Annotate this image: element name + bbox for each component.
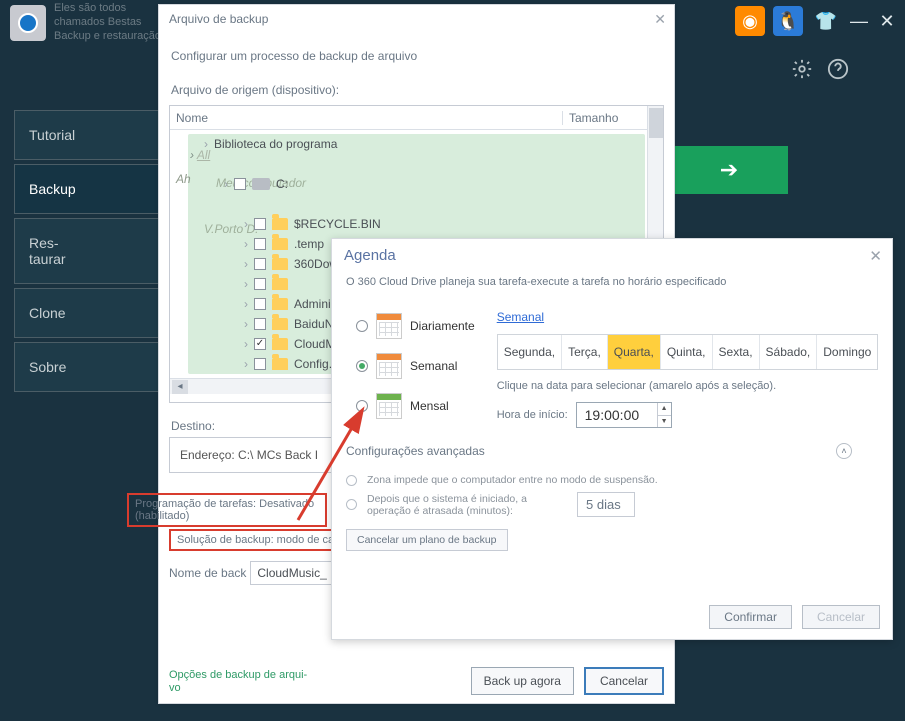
sidebar-item-backup[interactable]: Backup <box>14 164 162 214</box>
sidebar-item-clone[interactable]: Clone <box>14 288 162 338</box>
chevron-up-icon[interactable]: ˄ <box>836 443 852 459</box>
day-tue[interactable]: Terça, <box>562 335 608 369</box>
dialog2-desc: O 360 Cloud Drive planeja sua tarefa-exe… <box>332 272 892 298</box>
time-input[interactable] <box>577 403 657 427</box>
day-sat[interactable]: Sábado, <box>760 335 818 369</box>
cancel-plan-button[interactable]: Cancelar um plano de backup <box>346 529 508 551</box>
arrow-right-icon: ➔ <box>720 157 738 183</box>
delay-input[interactable] <box>577 492 635 517</box>
col-name[interactable]: Nome <box>170 111 563 125</box>
dialog2-title: Agenda <box>344 247 396 264</box>
dialog1-subtitle: Configurar um processo de backup de arqu… <box>171 49 664 63</box>
folder-icon <box>272 218 288 230</box>
qq-icon[interactable]: 🐧 <box>773 6 803 36</box>
time-spinner[interactable]: ▲▼ <box>657 403 671 427</box>
day-hint: Clique na data para selecionar (amarelo … <box>497 380 879 392</box>
close-icon[interactable]: ✕ <box>877 11 897 31</box>
close-icon[interactable]: ✕ <box>869 247 882 265</box>
day-mon[interactable]: Segunda, <box>498 335 562 369</box>
tree-row[interactable]: ›C: <box>170 174 663 194</box>
radio-sleep[interactable] <box>346 475 357 486</box>
sidebar-item-about[interactable]: Sobre <box>14 342 162 392</box>
go-button[interactable]: ➔ <box>670 146 788 194</box>
cancel-button[interactable]: Cancelar <box>584 667 664 695</box>
day-sun[interactable]: Domingo <box>817 335 877 369</box>
day-fri[interactable]: Sexta, <box>713 335 760 369</box>
dialog1-title: Arquivo de backup <box>169 12 268 26</box>
weibo-icon[interactable]: ◉ <box>735 6 765 36</box>
source-label: Arquivo de origem (dispositivo): <box>171 83 664 97</box>
monthly-label: Mensal <box>410 399 449 413</box>
calendar-daily-icon <box>376 313 402 339</box>
cancel-button[interactable]: Cancelar <box>802 605 880 629</box>
sidebar-item-tutorial[interactable]: Tutorial <box>14 110 162 160</box>
calendar-weekly-icon <box>376 353 402 379</box>
app-logo <box>10 5 46 41</box>
sidebar: Tutorial Backup Res- taurar Clone Sobre <box>14 110 162 396</box>
radio-weekly[interactable] <box>356 360 368 372</box>
tree-row[interactable]: ›Biblioteca do programa <box>170 134 663 154</box>
advanced-label: Configurações avançadas <box>346 444 485 458</box>
delay-note: Depois que o sistema é iniciado, a opera… <box>367 493 567 517</box>
radio-delay[interactable] <box>346 499 357 510</box>
app-title: Eles são todos chamados Bestas Backup e … <box>54 2 161 43</box>
day-thu[interactable]: Quinta, <box>661 335 713 369</box>
agenda-dialog: Agenda ✕ O 360 Cloud Drive planeja sua t… <box>331 238 893 640</box>
close-icon[interactable]: ✕ <box>654 11 666 28</box>
help-icon[interactable] <box>827 58 849 80</box>
weekly-link[interactable]: Semanal <box>497 310 544 324</box>
radio-monthly[interactable] <box>356 400 368 412</box>
sidebar-item-restore[interactable]: Res- taurar <box>14 218 162 284</box>
minimize-icon[interactable]: — <box>849 11 869 31</box>
checkbox[interactable] <box>254 338 266 350</box>
checkbox[interactable] <box>234 178 246 190</box>
radio-daily[interactable] <box>356 320 368 332</box>
gear-icon[interactable] <box>791 58 813 80</box>
shirt-icon[interactable]: 👕 <box>811 6 841 36</box>
confirm-button[interactable]: Confirmar <box>709 605 792 629</box>
backup-name-label: Nome de back <box>169 566 246 580</box>
time-label: Hora de início: <box>497 409 568 421</box>
daily-label: Diariamente <box>410 319 475 333</box>
day-wed[interactable]: Quarta, <box>608 335 661 369</box>
backup-now-button[interactable]: Back up agora <box>471 667 574 695</box>
annotation-schedule: Programação de tarefas: Desativado (habi… <box>127 493 327 527</box>
drive-icon <box>252 178 270 190</box>
sleep-note: Zona impede que o computador entre no mo… <box>367 474 658 486</box>
weekly-label: Semanal <box>410 359 457 373</box>
calendar-monthly-icon <box>376 393 402 419</box>
tree-row[interactable]: ›$RECYCLE.BIN <box>170 214 663 234</box>
weekday-picker: Segunda, Terça, Quarta, Quinta, Sexta, S… <box>497 334 879 370</box>
backup-options-link[interactable]: Opções de backup de arqui- vo <box>169 669 307 695</box>
